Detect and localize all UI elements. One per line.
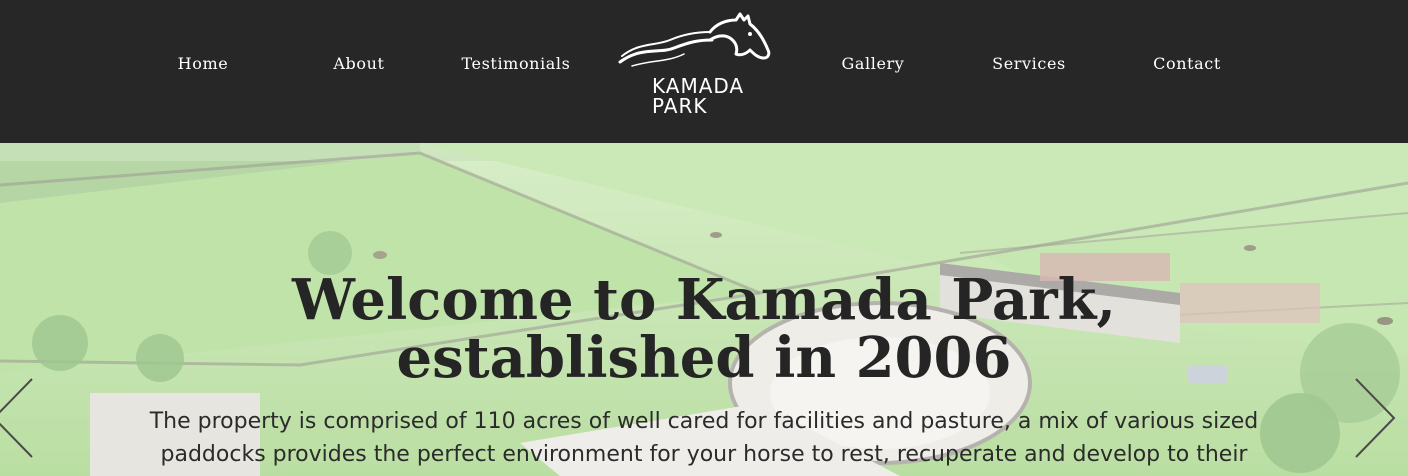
horse-head-icon	[618, 12, 771, 67]
hero-slider: Welcome to Kamada Park, established in 2…	[0, 143, 1408, 476]
chevron-left-icon	[0, 378, 33, 458]
nav-about-link[interactable]: About	[319, 52, 399, 76]
logo-wordmark-line2: PARK	[652, 94, 708, 118]
nav-services-link[interactable]: Services	[984, 52, 1074, 76]
slider-next-button[interactable]	[1352, 373, 1408, 463]
hero-title: Welcome to Kamada Park, established in 2…	[292, 267, 1116, 391]
hero-description: The property is comprised of 110 acres o…	[149, 409, 1259, 467]
nav-contact-link[interactable]: Contact	[1145, 52, 1229, 76]
chevron-right-icon	[1355, 378, 1396, 458]
slider-prev-button[interactable]	[0, 373, 36, 463]
nav-gallery-link[interactable]: Gallery	[833, 52, 913, 76]
site-header: Home About Testimonials KAMADA PARK Gall…	[0, 0, 1408, 143]
nav-testimonials-link[interactable]: Testimonials	[456, 52, 576, 76]
site-logo[interactable]: KAMADA PARK	[612, 10, 782, 122]
nav-home-link[interactable]: Home	[163, 52, 243, 76]
